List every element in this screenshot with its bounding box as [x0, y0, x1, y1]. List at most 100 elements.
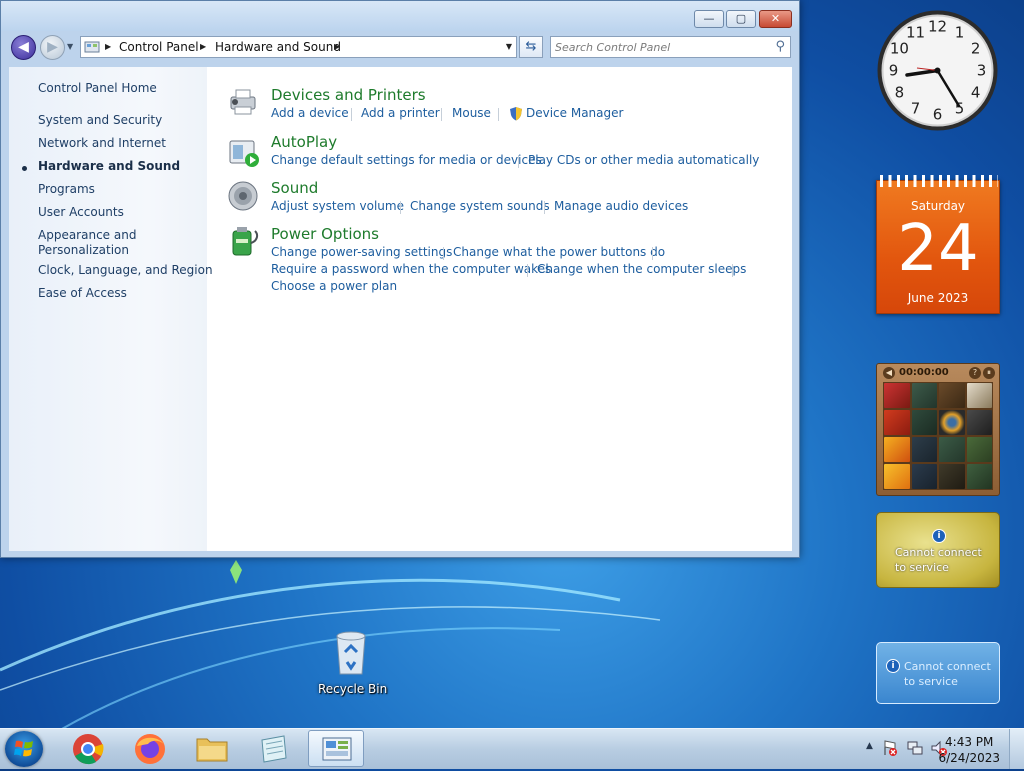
calendar-day-number: 24 — [897, 212, 979, 286]
calendar-binding-rings — [880, 175, 998, 187]
puzzle-tile[interactable] — [884, 437, 910, 462]
puzzle-tile[interactable] — [911, 464, 937, 489]
taskbar-chrome-button[interactable] — [60, 730, 116, 767]
speaker-icon[interactable] — [227, 179, 261, 213]
taskbar-clock[interactable]: 4:43 PM 6/24/2023 — [938, 734, 1000, 766]
address-history-dropdown[interactable]: ▼ — [506, 39, 512, 55]
puzzle-tile[interactable] — [939, 410, 965, 435]
clock-gadget[interactable]: 12 1 2 3 4 5 6 7 8 9 10 11 — [875, 8, 1000, 133]
puzzle-tile[interactable] — [884, 383, 910, 408]
minimize-button[interactable]: — — [694, 10, 724, 28]
sidebar-item-ease-of-access[interactable]: Ease of Access — [38, 286, 127, 301]
forward-button[interactable]: ▶ — [40, 35, 65, 60]
link-add-a-device[interactable]: Add a device — [271, 106, 349, 121]
recent-pages-dropdown[interactable]: ▼ — [67, 42, 73, 51]
puzzle-back-icon[interactable]: ◀ — [883, 367, 895, 379]
picture-puzzle-gadget[interactable]: ◀ 00:00:00 ? ⏸ — [876, 363, 1000, 496]
link-choose-a-power-plan[interactable]: Choose a power plan — [271, 279, 397, 294]
breadcrumb-separator[interactable]: ▶ — [105, 39, 111, 55]
search-icon[interactable]: ⚲ — [775, 39, 785, 54]
breadcrumb-separator[interactable]: ▶ — [334, 39, 340, 55]
recycle-bin-desktop-icon[interactable]: Recycle Bin — [318, 630, 387, 702]
printer-icon[interactable] — [227, 85, 261, 119]
autoplay-icon[interactable] — [227, 135, 261, 169]
firefox-icon — [135, 734, 165, 764]
clock-numeral: 12 — [928, 18, 947, 36]
category-title-sound[interactable]: Sound — [271, 179, 318, 198]
link-change-power-buttons[interactable]: Change what the power buttons do — [453, 245, 665, 260]
back-button[interactable]: ◀ — [11, 35, 36, 60]
puzzle-tile[interactable] — [939, 464, 965, 489]
puzzle-tile[interactable] — [966, 410, 992, 435]
puzzle-help-icon[interactable]: ? — [969, 367, 981, 379]
puzzle-pause-icon[interactable]: ⏸ — [983, 367, 995, 379]
sidebar-item-user-accounts[interactable]: User Accounts — [38, 205, 124, 220]
show-hidden-icons-button[interactable]: ▲ — [866, 741, 873, 751]
taskbar-firefox-button[interactable] — [122, 730, 178, 767]
address-bar[interactable]: ▶ Control Panel ▶ Hardware and Sound ▶ ▼ — [80, 36, 517, 58]
link-adjust-system-volume[interactable]: Adjust system volume — [271, 199, 404, 214]
sidebar-item-control-panel-home[interactable]: Control Panel Home — [38, 81, 157, 96]
refresh-icon: ⇆ — [525, 39, 537, 54]
search-box[interactable]: ⚲ — [550, 36, 791, 58]
puzzle-tile[interactable] — [966, 464, 992, 489]
info-icon: i — [932, 529, 946, 543]
category-title-devices-and-printers[interactable]: Devices and Printers — [271, 86, 426, 105]
taskbar-control-panel-button[interactable] — [308, 730, 364, 767]
network-icon[interactable] — [906, 739, 924, 757]
sidebar-item-system-and-security[interactable]: System and Security — [38, 113, 162, 128]
refresh-button[interactable]: ⇆ — [519, 36, 543, 58]
puzzle-tile[interactable] — [911, 410, 937, 435]
flag-icon[interactable] — [882, 739, 898, 757]
link-require-password-on-wake[interactable]: Require a password when the computer wak… — [271, 262, 551, 277]
breadcrumb-control-panel[interactable]: Control Panel — [119, 39, 199, 55]
link-play-cds-automatically[interactable]: Play CDs or other media automatically — [528, 153, 759, 168]
clock-numeral: 3 — [977, 62, 987, 80]
link-add-a-printer[interactable]: Add a printer — [361, 106, 440, 121]
clock-numeral: 7 — [911, 100, 921, 118]
sidebar-item-appearance-line2[interactable]: Personalization — [38, 243, 129, 258]
taskbar-explorer-button[interactable] — [184, 730, 240, 767]
show-desktop-button[interactable] — [1009, 729, 1024, 769]
weather-gadget[interactable]: i Cannot connect to service — [876, 512, 1000, 588]
desktop-wallpaper-glow — [0, 540, 1024, 730]
link-change-when-computer-sleeps[interactable]: Change when the computer sleeps — [537, 262, 746, 277]
sidebar-item-appearance-line1[interactable]: Appearance and — [38, 228, 136, 243]
puzzle-tile[interactable] — [966, 383, 992, 408]
sidebar-item-clock-language-region[interactable]: Clock, Language, and Region — [38, 263, 213, 278]
currency-status: Cannot connect to service — [904, 659, 991, 689]
puzzle-tile[interactable] — [884, 464, 910, 489]
link-device-manager[interactable]: Device Manager — [526, 106, 623, 121]
link-change-default-autoplay-settings[interactable]: Change default settings for media or dev… — [271, 153, 542, 168]
power-icon[interactable] — [227, 225, 261, 259]
category-title-autoplay[interactable]: AutoPlay — [271, 133, 337, 152]
currency-gadget[interactable]: i Cannot connect to service — [876, 642, 1000, 704]
puzzle-tile[interactable] — [939, 383, 965, 408]
link-manage-audio-devices[interactable]: Manage audio devices — [554, 199, 688, 214]
close-button[interactable]: ✕ — [759, 10, 792, 28]
calendar-gadget[interactable]: Saturday 24 June 2023 — [876, 175, 1000, 314]
puzzle-tile[interactable] — [939, 437, 965, 462]
breadcrumb-hardware-and-sound[interactable]: Hardware and Sound — [215, 39, 341, 55]
puzzle-tile[interactable] — [911, 383, 937, 408]
search-input[interactable] — [555, 39, 755, 55]
sidebar-item-programs[interactable]: Programs — [38, 182, 95, 197]
puzzle-tile[interactable] — [884, 410, 910, 435]
puzzle-tile[interactable] — [966, 437, 992, 462]
back-arrow-icon: ◀ — [18, 39, 29, 55]
clock-numeral: 1 — [955, 23, 965, 41]
link-mouse[interactable]: Mouse — [452, 106, 491, 121]
breadcrumb-separator[interactable]: ▶ — [200, 39, 206, 55]
start-button[interactable] — [5, 731, 43, 767]
clock-numeral: 2 — [971, 40, 981, 58]
category-title-power-options[interactable]: Power Options — [271, 225, 379, 244]
clock-numeral: 11 — [906, 23, 925, 41]
maximize-button[interactable]: ▢ — [726, 10, 756, 28]
taskbar-notepad-button[interactable] — [246, 730, 302, 767]
sidebar-item-network-and-internet[interactable]: Network and Internet — [38, 136, 166, 151]
link-change-power-saving-settings[interactable]: Change power-saving settings — [271, 245, 452, 260]
link-change-system-sounds[interactable]: Change system sounds — [410, 199, 550, 214]
close-icon: ✕ — [770, 12, 781, 25]
title-bar[interactable]: — ▢ ✕ — [1, 1, 799, 31]
puzzle-tile[interactable] — [911, 437, 937, 462]
